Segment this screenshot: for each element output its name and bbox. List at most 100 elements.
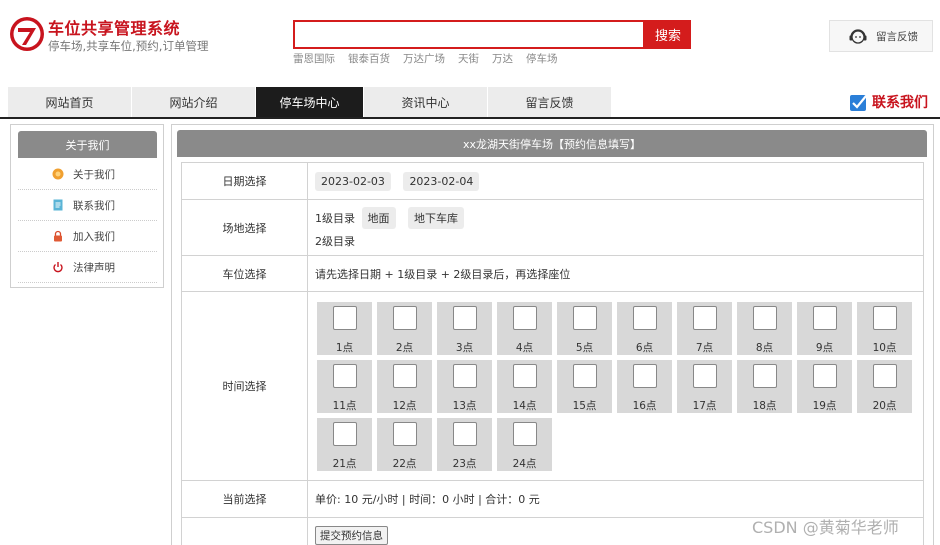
time-slot[interactable]: 2点	[377, 302, 432, 355]
time-slot-checkbox[interactable]	[872, 306, 897, 330]
booking-panel: xx龙湖天街停车场【预约信息填写】 日期选择 2023-02-03 2023-0…	[171, 124, 934, 545]
submit-label-cell	[181, 517, 308, 545]
sidebar-item-legal[interactable]: 法律声明	[18, 252, 157, 283]
time-slot-checkbox[interactable]	[452, 364, 477, 388]
time-slot[interactable]: 13点	[437, 360, 492, 413]
nav-parking-center[interactable]: 停车场中心	[256, 87, 364, 118]
time-slot-checkbox[interactable]	[392, 422, 417, 446]
page: 车位共享管理系统 停车场,共享车位,预约,订单管理 搜索 雷恩国际 银泰百货 万…	[0, 0, 940, 545]
time-slot-label: 19点	[812, 400, 837, 412]
time-slot-checkbox[interactable]	[812, 364, 837, 388]
time-slot-label: 11点	[332, 400, 357, 412]
time-slot-checkbox[interactable]	[632, 306, 657, 330]
level2-label: 2级目录	[315, 234, 355, 248]
time-slot-checkbox[interactable]	[812, 306, 837, 330]
main-nav: 网站首页 网站介绍 停车场中心 资讯中心 留言反馈	[8, 87, 612, 118]
time-slot-checkbox[interactable]	[752, 306, 777, 330]
time-slot[interactable]: 15点	[557, 360, 612, 413]
power-icon	[52, 261, 64, 273]
time-slot-checkbox[interactable]	[752, 364, 777, 388]
time-slot-checkbox[interactable]	[332, 364, 357, 388]
time-slot[interactable]: 19点	[797, 360, 852, 413]
hot-keyword[interactable]: 万达广场	[403, 51, 445, 66]
watermark: CSDN @黄菊华老师	[752, 518, 899, 537]
time-slot-checkbox[interactable]	[332, 422, 357, 446]
time-slot[interactable]: 23点	[437, 418, 492, 471]
time-slot-label: 16点	[632, 400, 657, 412]
hot-keyword[interactable]: 万达	[492, 51, 513, 66]
sidebar-item-contact[interactable]: 联系我们	[18, 190, 157, 221]
feedback-button[interactable]: 留言反馈	[829, 20, 933, 52]
sidebar-item-about[interactable]: 关于我们	[18, 159, 157, 190]
time-slot[interactable]: 8点	[737, 302, 792, 355]
time-slot-checkbox[interactable]	[512, 364, 537, 388]
contact-us-link[interactable]: 联系我们	[849, 92, 928, 112]
time-slot-label: 18点	[752, 400, 777, 412]
sidebar-item-join[interactable]: 加入我们	[18, 221, 157, 252]
date-option[interactable]: 2023-02-03	[315, 171, 391, 191]
time-slot-checkbox[interactable]	[692, 306, 717, 330]
nav-about-site[interactable]: 网站介绍	[132, 87, 256, 118]
time-slot-checkbox[interactable]	[572, 364, 597, 388]
feedback-button-label: 留言反馈	[876, 30, 918, 43]
time-slot-checkbox[interactable]	[692, 364, 717, 388]
time-slot[interactable]: 11点	[317, 360, 372, 413]
time-slot[interactable]: 20点	[857, 360, 912, 413]
time-slot[interactable]: 14点	[497, 360, 552, 413]
contact-us-label: 联系我们	[872, 95, 928, 111]
nav-home[interactable]: 网站首页	[8, 87, 132, 118]
time-slot[interactable]: 22点	[377, 418, 432, 471]
time-slot-checkbox[interactable]	[572, 306, 597, 330]
current-summary: 单价: 10 元/小时 | 时间：0 小时 | 合计：0 元	[307, 480, 924, 518]
time-slot[interactable]: 5点	[557, 302, 612, 355]
sidebar-item-label: 法律声明	[73, 261, 115, 274]
sidebar-title: 关于我们	[18, 131, 157, 158]
time-slot[interactable]: 10点	[857, 302, 912, 355]
hot-keywords: 雷恩国际 银泰百货 万达广场 天街 万达 停车场	[293, 51, 558, 66]
time-slot-checkbox[interactable]	[392, 306, 417, 330]
support-headset-icon	[849, 29, 867, 44]
search-button[interactable]: 搜索	[645, 20, 691, 49]
venue-option-underground[interactable]: 地下车库	[408, 206, 464, 229]
time-slot[interactable]: 7点	[677, 302, 732, 355]
time-label: 时间选择	[181, 291, 308, 481]
time-slot[interactable]: 4点	[497, 302, 552, 355]
sidebar-item-label: 关于我们	[73, 168, 115, 181]
time-slot[interactable]: 3点	[437, 302, 492, 355]
time-slot[interactable]: 16点	[617, 360, 672, 413]
time-slot-checkbox[interactable]	[632, 364, 657, 388]
time-slot-label: 10点	[872, 342, 897, 354]
time-slot[interactable]: 9点	[797, 302, 852, 355]
time-slot-checkbox[interactable]	[512, 306, 537, 330]
time-slot[interactable]: 18点	[737, 360, 792, 413]
time-slot-label: 1点	[335, 342, 354, 354]
time-slot[interactable]: 12点	[377, 360, 432, 413]
space-label: 车位选择	[181, 255, 308, 292]
hot-keyword[interactable]: 停车场	[526, 51, 558, 66]
time-slot[interactable]: 1点	[317, 302, 372, 355]
time-slot-checkbox[interactable]	[452, 306, 477, 330]
search-input[interactable]	[295, 22, 643, 47]
hot-keyword[interactable]: 天街	[458, 51, 479, 66]
time-slot[interactable]: 6点	[617, 302, 672, 355]
venue-options: 1级目录 地面 地下车库 2级目录	[307, 199, 924, 256]
hot-keyword[interactable]: 银泰百货	[348, 51, 390, 66]
space-hint: 请先选择日期 + 1级目录 + 2级目录后，再选择座位	[307, 255, 924, 292]
time-slot[interactable]: 21点	[317, 418, 372, 471]
time-slot[interactable]: 17点	[677, 360, 732, 413]
nav-feedback[interactable]: 留言反馈	[488, 87, 612, 118]
time-slot-checkbox[interactable]	[392, 364, 417, 388]
nav-news[interactable]: 资讯中心	[364, 87, 488, 118]
time-slot-checkbox[interactable]	[872, 364, 897, 388]
time-slot-label: 20点	[872, 400, 897, 412]
time-slot-checkbox[interactable]	[452, 422, 477, 446]
venue-row: 场地选择 1级目录 地面 地下车库 2级目录	[181, 199, 924, 256]
time-slot[interactable]: 24点	[497, 418, 552, 471]
hot-keyword[interactable]: 雷恩国际	[293, 51, 335, 66]
time-slot-checkbox[interactable]	[512, 422, 537, 446]
time-slot-checkbox[interactable]	[332, 306, 357, 330]
date-option[interactable]: 2023-02-04	[403, 171, 480, 191]
submit-booking-button[interactable]: 提交预约信息	[315, 526, 388, 545]
time-slot-label: 5点	[575, 342, 594, 354]
venue-option-ground[interactable]: 地面	[361, 206, 396, 229]
